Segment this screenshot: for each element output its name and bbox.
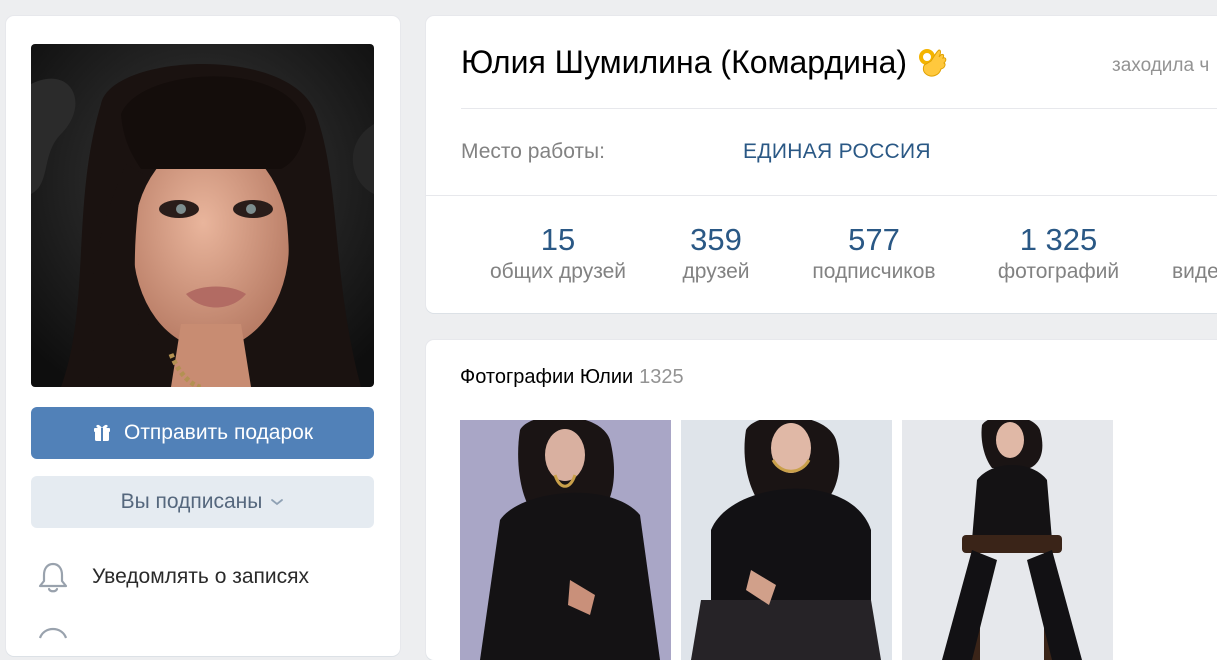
partial-icon[interactable] xyxy=(36,620,70,645)
photo-thumbnail[interactable] xyxy=(460,420,671,660)
stat-label: подписчиков xyxy=(812,260,936,283)
photo-thumbnail[interactable] xyxy=(681,420,892,660)
work-label: Место работы: xyxy=(461,140,605,163)
stat-videos[interactable]: виде xyxy=(1172,222,1217,286)
profile-name-text: Юлия Шумилина (Комардина) xyxy=(461,44,908,80)
ok-hand-emoji xyxy=(917,47,947,79)
avatar[interactable] xyxy=(31,44,374,387)
stat-number: 1 325 xyxy=(1019,222,1098,257)
stat-number xyxy=(1172,222,1217,258)
stat-label: друзей xyxy=(682,260,750,283)
work-value-link[interactable]: ЕДИНАЯ РОССИЯ xyxy=(743,140,931,164)
stat-number: 577 xyxy=(848,222,900,257)
stat-label: виде xyxy=(1172,260,1217,283)
photos-title: Фотографии Юлии xyxy=(460,366,634,388)
photo-thumbnail[interactable] xyxy=(902,420,1113,660)
profile-info-card: Юлия Шумилина (Комардина) заходила ч Мес… xyxy=(426,16,1217,313)
notify-about-posts[interactable]: Уведомлять о записях xyxy=(36,560,309,594)
stat-followers[interactable]: 577 подписчиков xyxy=(801,222,947,286)
notify-label: Уведомлять о записях xyxy=(92,565,309,588)
divider xyxy=(426,195,1217,196)
stat-number: 15 xyxy=(540,222,576,257)
profile-sidebar: Отправить подарок Вы подписаны Уведомлят… xyxy=(6,16,400,656)
stat-label: фотографий xyxy=(997,260,1120,283)
photos-header[interactable]: Фотографии Юлии 1325 xyxy=(460,366,684,389)
last-seen-status: заходила ч xyxy=(1112,55,1210,76)
stat-number: 359 xyxy=(690,222,742,257)
stat-photos[interactable]: 1 325 фотографий xyxy=(991,222,1126,286)
divider xyxy=(461,108,1217,109)
stat-label: общих друзей xyxy=(489,260,627,283)
chevron-down-icon xyxy=(270,497,284,507)
subscribed-dropdown-button[interactable]: Вы подписаны xyxy=(31,476,374,528)
stat-mutual-friends[interactable]: 15 общих друзей xyxy=(483,222,633,286)
subscribed-label: Вы подписаны xyxy=(120,490,263,513)
send-gift-button[interactable]: Отправить подарок xyxy=(31,407,374,459)
send-gift-label: Отправить подарок xyxy=(123,421,314,444)
profile-name: Юлия Шумилина (Комардина) xyxy=(461,44,947,81)
photos-count: 1325 xyxy=(639,366,684,388)
stat-friends[interactable]: 359 друзей xyxy=(666,222,766,286)
bell-icon xyxy=(36,560,70,594)
photos-card: Фотографии Юлии 1325 xyxy=(426,340,1217,660)
gift-icon xyxy=(92,423,112,443)
